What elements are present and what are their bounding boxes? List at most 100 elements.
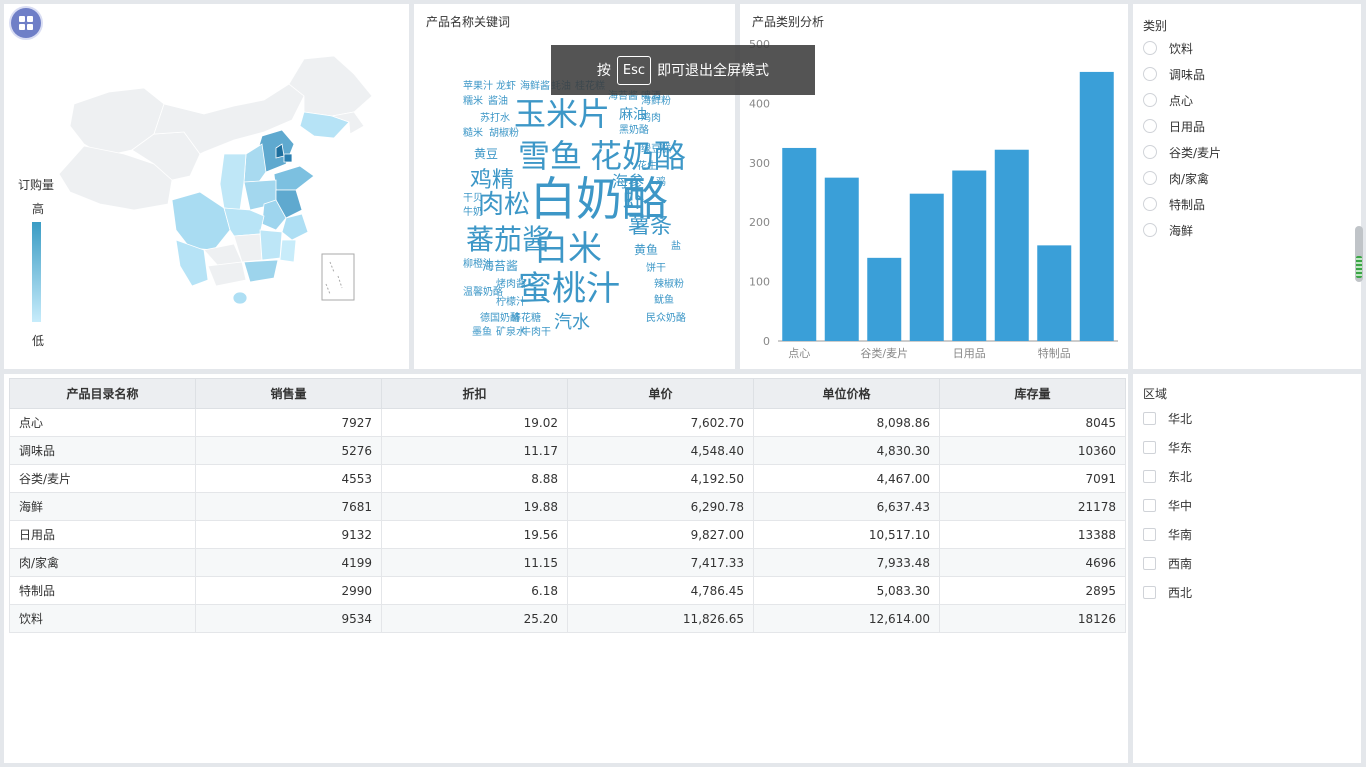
category-option[interactable]: 调味品 [1143, 61, 1221, 87]
cloud-word: 酱油 [488, 96, 508, 107]
radio-button[interactable] [1143, 145, 1157, 159]
table-cell: 12,614.00 [753, 604, 940, 633]
cloud-word: 雪鱼 [518, 137, 583, 175]
region-option[interactable]: 华南 [1143, 520, 1192, 549]
y-tick-label: 400 [749, 97, 770, 110]
cloud-word: 玉米片 [514, 95, 611, 133]
table-cell: 4,467.00 [753, 464, 940, 493]
region-option[interactable]: 西南 [1143, 549, 1192, 578]
category-option[interactable]: 肉/家禽 [1143, 165, 1221, 191]
map-region [232, 291, 248, 305]
filter-title: 类别 [1143, 19, 1168, 33]
cloud-word: 辣椒粉 [654, 279, 684, 290]
column-header[interactable]: 单位价格 [753, 378, 940, 409]
radio-button[interactable] [1143, 41, 1157, 55]
table-row[interactable]: 海鲜 7681 19.88 6,290.78 6,637.43 21178 [9, 492, 1126, 521]
checkbox[interactable] [1143, 470, 1156, 483]
table-cell: 19.88 [381, 492, 568, 521]
table-cell: 9,827.00 [567, 520, 754, 549]
radio-button[interactable] [1143, 67, 1157, 81]
table-cell: 2990 [195, 576, 382, 605]
legend-low-label: 低 [32, 334, 45, 348]
cloud-word: 薯条 [628, 214, 673, 239]
radio-button[interactable] [1143, 171, 1157, 185]
table-cell: 21178 [939, 492, 1126, 521]
radio-button[interactable] [1143, 197, 1157, 211]
checkbox[interactable] [1143, 557, 1156, 570]
table-row[interactable]: 点心 7927 19.02 7,602.70 8,098.86 8045 [9, 408, 1126, 437]
legend-title: 订购量 [18, 178, 55, 192]
region-option[interactable]: 华东 [1143, 433, 1192, 462]
region-option[interactable]: 西北 [1143, 578, 1192, 607]
region-option[interactable]: 华中 [1143, 491, 1192, 520]
map-region [219, 153, 247, 211]
cloud-word: 糙米 [463, 128, 483, 139]
column-header[interactable]: 库存量 [939, 378, 1126, 409]
map-region [207, 261, 247, 287]
table-cell: 点心 [9, 408, 196, 437]
table-cell: 4696 [939, 548, 1126, 577]
table-row[interactable]: 特制品 2990 6.18 4,786.45 5,083.30 2895 [9, 576, 1126, 605]
cloud-word: 鸡精 [470, 168, 515, 193]
table-row[interactable]: 调味品 5276 11.17 4,548.40 4,830.30 10360 [9, 436, 1126, 465]
checkbox[interactable] [1143, 528, 1156, 541]
cloud-word: 海苔酱 [482, 259, 519, 273]
option-label: 点心 [1169, 93, 1194, 108]
category-option[interactable]: 谷类/麦片 [1143, 139, 1221, 165]
table-cell: 9132 [195, 520, 382, 549]
table-row[interactable]: 饮料 9534 25.20 11,826.65 12,614.00 18126 [9, 604, 1126, 633]
table-cell: 8.88 [381, 464, 568, 493]
checkbox[interactable] [1143, 586, 1156, 599]
table-row[interactable]: 日用品 9132 19.56 9,827.00 10,517.10 13388 [9, 520, 1126, 549]
radio-button[interactable] [1143, 119, 1157, 133]
table-row[interactable]: 肉/家禽 4199 11.15 7,417.33 7,933.48 4696 [9, 548, 1126, 577]
option-label: 特制品 [1169, 197, 1206, 212]
cloud-word: 墨鱼 [472, 327, 492, 338]
column-header[interactable]: 销售量 [195, 378, 382, 409]
cloud-word: 盐 [671, 241, 681, 252]
map-region [243, 259, 279, 283]
checkbox[interactable] [1143, 412, 1156, 425]
table-cell: 日用品 [9, 520, 196, 549]
option-label: 华中 [1168, 499, 1193, 513]
table-cell: 7,602.70 [567, 408, 754, 437]
region-option[interactable]: 东北 [1143, 462, 1192, 491]
region-option[interactable]: 华北 [1143, 404, 1192, 433]
option-label: 肉/家禽 [1169, 171, 1210, 186]
column-header[interactable]: 产品目录名称 [9, 378, 196, 409]
toast-prefix: 按 [596, 63, 611, 79]
cloud-word: 苹果汁 [463, 81, 493, 92]
table-cell: 7091 [939, 464, 1126, 493]
cloud-word: 糯米 [463, 96, 483, 107]
category-option[interactable]: 特制品 [1143, 191, 1221, 217]
radio-button[interactable] [1143, 223, 1157, 237]
checkbox[interactable] [1143, 499, 1156, 512]
column-header[interactable]: 单价 [567, 378, 754, 409]
category-option[interactable]: 海鲜 [1143, 217, 1221, 243]
table-cell: 8,098.86 [753, 408, 940, 437]
column-header[interactable]: 折扣 [381, 378, 568, 409]
table-row[interactable]: 谷类/麦片 4553 8.88 4,192.50 4,467.00 7091 [9, 464, 1126, 493]
checkbox[interactable] [1143, 441, 1156, 454]
y-tick-label: 100 [749, 276, 770, 289]
x-tick-label: 特制品 [1038, 346, 1071, 360]
category-option[interactable]: 饮料 [1143, 35, 1221, 61]
table-cell: 6.18 [381, 576, 568, 605]
option-label: 西北 [1168, 586, 1193, 600]
table-cell: 10,517.10 [753, 520, 940, 549]
option-label: 谷类/麦片 [1169, 145, 1222, 160]
table-cell: 7,417.33 [567, 548, 754, 577]
category-option[interactable]: 点心 [1143, 87, 1221, 113]
map-region [288, 55, 373, 117]
table-cell: 7,933.48 [753, 548, 940, 577]
table-cell: 调味品 [9, 436, 196, 465]
cloud-word: 鸡肉 [641, 113, 661, 124]
y-tick-label: 200 [749, 216, 770, 229]
scrollbar-thumb[interactable] [1355, 226, 1363, 282]
category-option[interactable]: 日用品 [1143, 113, 1221, 139]
region-filter-panel: 区域 华北 华东 东北 华中 华南 西南 西北 [1133, 374, 1361, 763]
category-filter-panel: 类别 饮料 调味品点心日用品谷类/麦片肉/家禽特制品海鲜 [1133, 4, 1361, 369]
y-tick-label: 0 [763, 335, 770, 348]
table-cell: 4,786.45 [567, 576, 754, 605]
radio-button[interactable] [1143, 93, 1157, 107]
